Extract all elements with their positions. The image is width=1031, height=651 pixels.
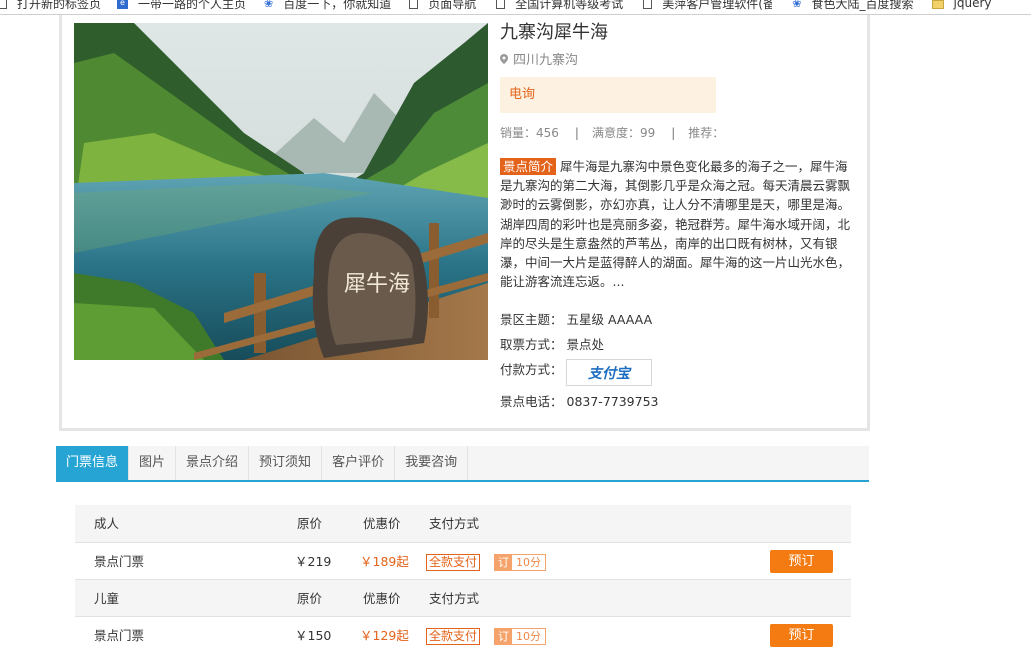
original-price: ￥219	[295, 554, 332, 569]
blue-square-icon: e	[117, 0, 129, 9]
location-pin-icon	[500, 53, 508, 64]
location-text: 四川九寨沟	[513, 53, 579, 68]
baidu-paw-icon: ❀	[792, 0, 802, 10]
ticket-method-value: 景点处	[566, 337, 605, 352]
ticket-name: 景点门票	[94, 628, 145, 643]
product-card: 犀牛海 九寨沟犀牛海 四川九寨沟 电询 销量：456 | 满意度：99 | 推荐： 景点…	[59, 15, 870, 431]
ticket-group-header: 儿童 原价 优惠价 支付方式	[75, 579, 851, 616]
col-payment-method: 支付方式	[429, 591, 480, 606]
col-payment-method: 支付方式	[429, 516, 480, 531]
bookmark-item[interactable]: 美萍客户管理软件(备	[643, 0, 773, 11]
points-value: 10分	[512, 555, 545, 570]
full-payment-badge: 全款支付	[426, 554, 481, 571]
tab-booking-notes[interactable]: 预订须知	[249, 446, 323, 480]
bookmark-label: 全国计算机等级考试	[515, 0, 624, 11]
order-badge: 订	[495, 629, 512, 644]
page-icon	[409, 0, 419, 9]
bookmark-item[interactable]: 页面导航	[409, 0, 477, 11]
folder-icon	[931, 0, 944, 9]
tab-photos[interactable]: 图片	[129, 446, 177, 480]
phone-label: 景点电话：	[500, 394, 563, 409]
intro-text: 犀牛海是九寨沟中景色变化最多的海子之一，犀牛海是九寨沟的第二大海，其倒影几乎是众…	[500, 159, 851, 290]
tab-ticket-info[interactable]: 门票信息	[56, 446, 130, 480]
ticket-category: 儿童	[94, 591, 120, 606]
intro-badge: 景点简介	[500, 158, 557, 175]
stats-line: 销量：456 | 满意度：99 | 推荐：	[500, 124, 724, 141]
book-button[interactable]: 预订	[770, 550, 833, 573]
recommend: 推荐：	[688, 126, 725, 140]
theme-value: 五星级 AAAAA	[566, 312, 653, 327]
phone-row: 景点电话： 0837-7739753	[500, 391, 659, 410]
sale-price: ￥129起	[360, 628, 409, 643]
lake-landscape-image: 犀牛海	[74, 23, 488, 360]
sales-count: 销量：456	[500, 126, 559, 140]
bookmark-label: 食色大陆_百度搜索	[811, 0, 914, 11]
theme-row: 景区主题： 五星级 AAAAA	[500, 309, 652, 328]
payment-label: 付款方式：	[500, 362, 563, 377]
theme-label: 景区主题：	[500, 312, 563, 327]
ticket-table: 成人 原价 优惠价 支付方式 景点门票 ￥219 ￥189起 全款支付 订 10…	[75, 505, 851, 651]
points-value: 10分	[512, 629, 545, 644]
bookmark-label: 百度一下，你就知道	[283, 0, 392, 11]
bookmark-item[interactable]: ❀ 百度一下，你就知道	[264, 0, 392, 11]
col-discount-price: 优惠价	[363, 591, 401, 606]
table-row: 景点门票 ￥150 ￥129起 全款支付 订 10分 预订	[75, 616, 851, 651]
bookmark-label: 打开新的标签页	[17, 0, 102, 11]
scenic-intro: 景点简介 犀牛海是九寨沟中景色变化最多的海子之一，犀牛海是九寨沟的第二大海，其倒影…	[500, 157, 857, 291]
bookmark-item[interactable]: ❀ 食色大陆_百度搜索	[792, 0, 914, 11]
ticket-name: 景点门票	[94, 554, 145, 569]
ticket-method-row: 取票方式： 景点处	[500, 334, 604, 353]
page-icon	[496, 0, 506, 9]
detail-tabs: 门票信息 图片 景点介绍 预订须知 客户评价 我要咨询	[56, 446, 869, 482]
stone-inscription: 犀牛海	[344, 272, 410, 297]
price-inquiry-tag: 电询	[500, 77, 716, 113]
ticket-method-label: 取票方式：	[500, 337, 563, 352]
col-original-price: 原价	[297, 516, 323, 531]
tab-scenic-intro[interactable]: 景点介绍	[176, 446, 250, 480]
points-badge: 订 10分	[494, 628, 546, 645]
ticket-group-header: 成人 原价 优惠价 支付方式	[75, 505, 851, 542]
bookmark-item[interactable]: 打开新的标签页	[0, 0, 102, 11]
baidu-paw-icon: ❀	[264, 0, 274, 10]
order-badge: 订	[495, 555, 512, 570]
satisfaction: 满意度：99	[591, 126, 656, 140]
scenic-photo[interactable]: 犀牛海	[74, 23, 488, 360]
bookmark-item[interactable]: jquery	[931, 0, 992, 10]
table-row: 景点门票 ￥219 ￥189起 全款支付 订 10分 预订	[75, 542, 851, 579]
page-title: 九寨沟犀牛海	[500, 22, 608, 43]
bookmark-label: jquery	[953, 0, 992, 10]
full-payment-badge: 全款支付	[426, 628, 481, 645]
col-original-price: 原价	[297, 591, 323, 606]
ticket-category: 成人	[94, 516, 120, 531]
bookmark-label: 页面导航	[428, 0, 477, 11]
page-icon	[0, 0, 7, 9]
bookmark-label: 一带一路的个人主页	[138, 0, 247, 11]
original-price: ￥150	[295, 628, 332, 643]
col-discount-price: 优惠价	[363, 516, 401, 531]
bookmark-label: 美萍客户管理软件(备	[662, 0, 773, 11]
separator: |	[574, 126, 579, 140]
bookmarks-bar: 打开新的标签页 e 一带一路的个人主页 ❀ 百度一下，你就知道 页面导航 全国计…	[0, 0, 1031, 15]
separator: |	[671, 126, 676, 140]
bookmark-item[interactable]: 全国计算机等级考试	[496, 0, 624, 11]
bookmark-item[interactable]: e 一带一路的个人主页	[117, 0, 247, 11]
page-icon	[643, 0, 653, 9]
points-badge: 订 10分	[494, 554, 546, 571]
location: 四川九寨沟	[500, 49, 578, 68]
alipay-logo: 支付宝	[566, 359, 652, 386]
book-button[interactable]: 预订	[770, 624, 833, 647]
tab-consult[interactable]: 我要咨询	[395, 446, 469, 480]
tab-reviews[interactable]: 客户评价	[322, 446, 396, 480]
phone-value: 0837-7739753	[566, 394, 659, 409]
sale-price: ￥189起	[360, 554, 409, 569]
